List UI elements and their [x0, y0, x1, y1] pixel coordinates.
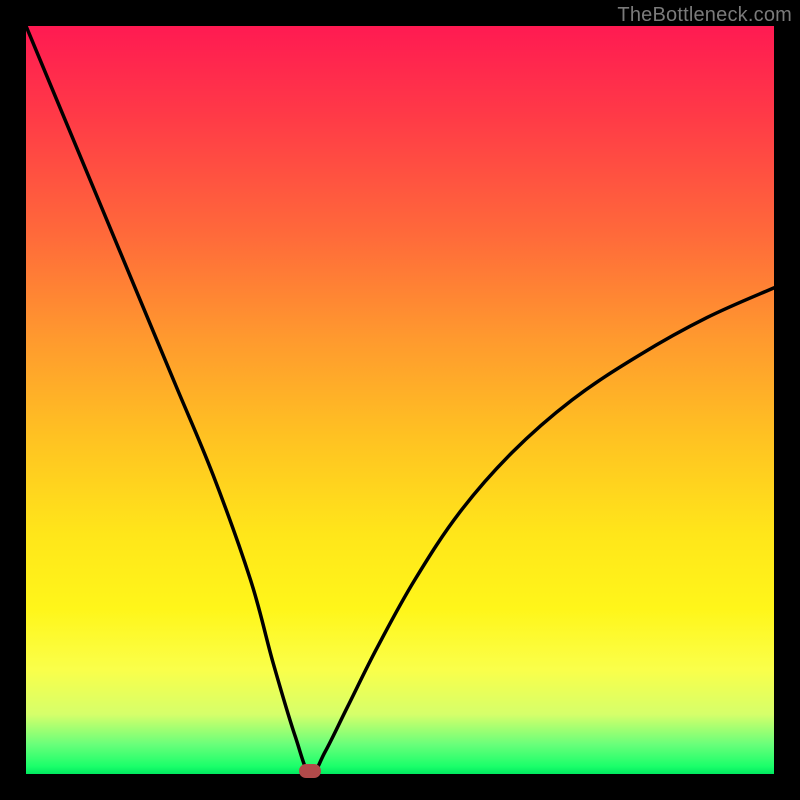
- minimum-marker: [299, 764, 321, 778]
- bottleneck-curve-path: [26, 26, 774, 774]
- chart-frame: TheBottleneck.com: [0, 0, 800, 800]
- watermark-text: TheBottleneck.com: [617, 4, 792, 27]
- plot-area: [26, 26, 774, 774]
- curve-svg: [26, 26, 774, 774]
